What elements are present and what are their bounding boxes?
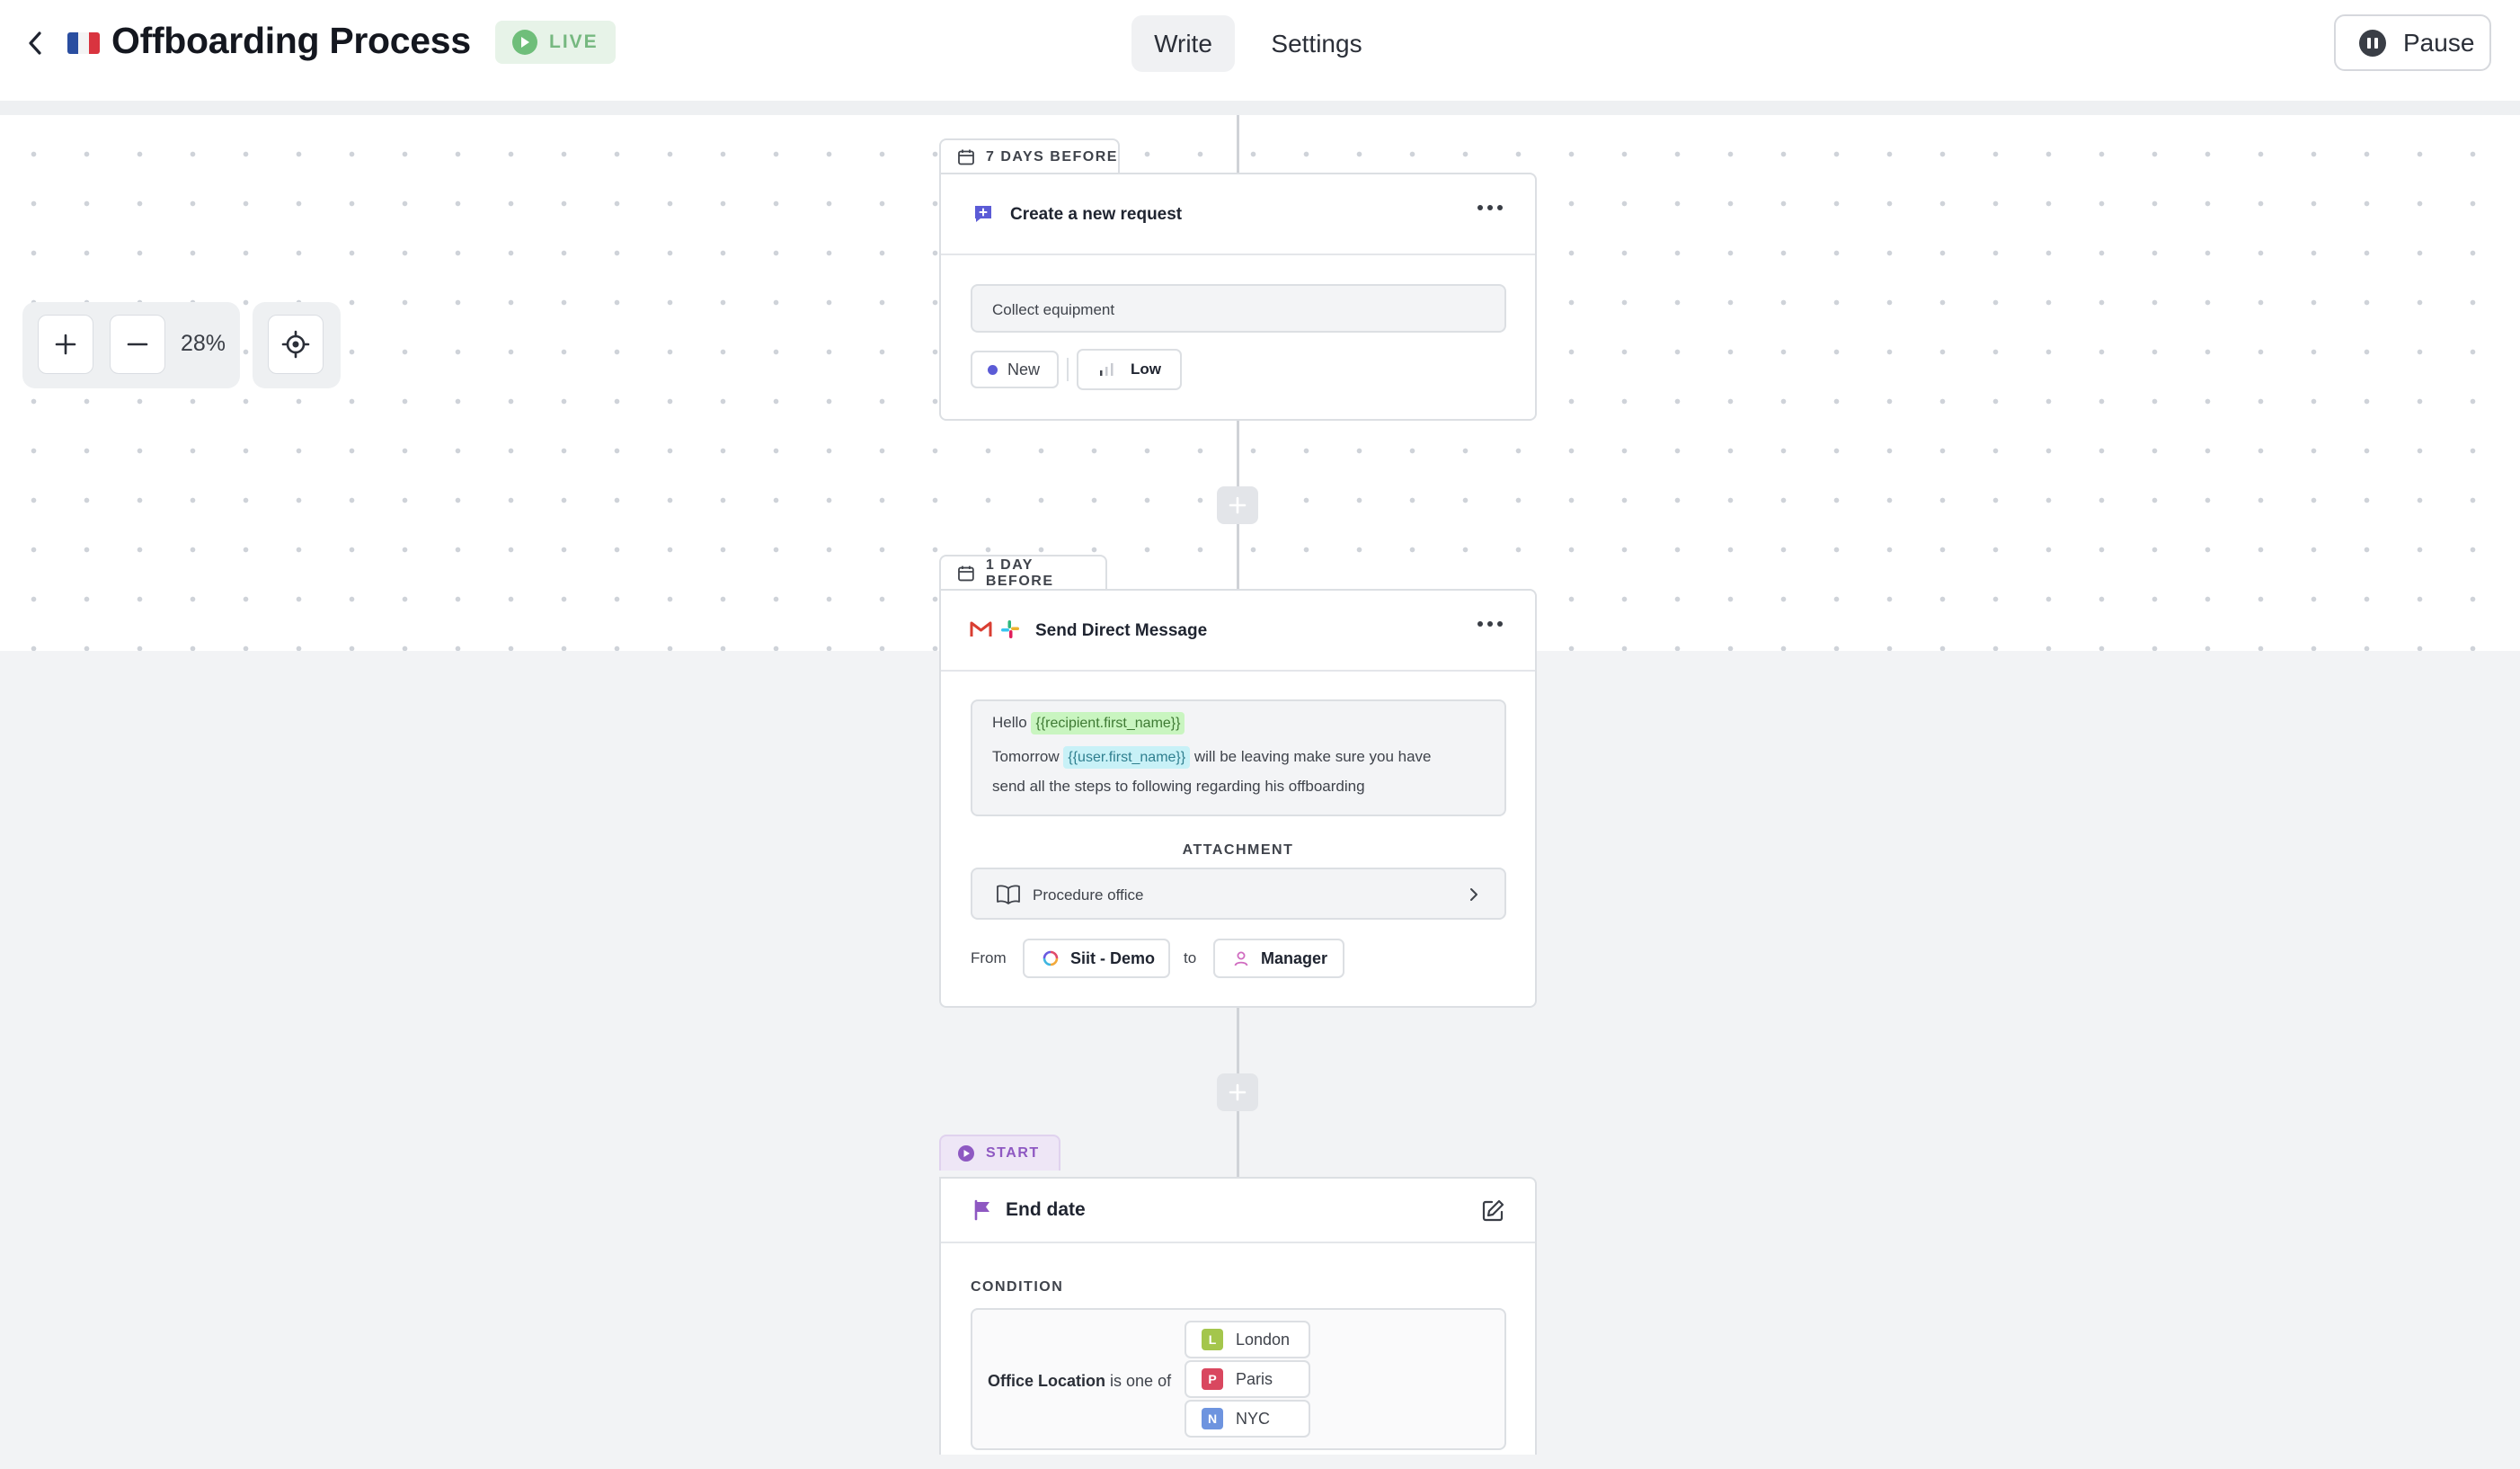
location-name: Paris [1236, 1369, 1273, 1388]
location-name: London [1236, 1330, 1291, 1349]
add-step-button[interactable] [1217, 1073, 1258, 1111]
request-title-value: Collect equipment [992, 301, 1115, 318]
from-label: From [971, 949, 1007, 966]
edit-icon[interactable] [1480, 1198, 1505, 1224]
zoom-in-button[interactable] [38, 315, 93, 374]
siit-logo-icon [1043, 950, 1059, 966]
status-dot-icon [988, 364, 998, 375]
recipient-chip[interactable]: Manager [1213, 939, 1344, 978]
step-timing-label: 7 DAYS BEFORE [986, 149, 1118, 165]
attachment-row[interactable]: Procedure office [971, 868, 1506, 920]
calendar-icon [958, 149, 974, 165]
user-icon [1234, 951, 1248, 966]
priority-label: Low [1131, 361, 1161, 378]
plus-icon [55, 334, 76, 355]
step-title: Create a new request [1010, 205, 1183, 224]
live-status-label: LIVE [549, 31, 599, 52]
tab-write[interactable]: Write [1131, 15, 1235, 72]
zoom-out-button[interactable] [110, 315, 165, 374]
chevron-right-icon [1470, 888, 1477, 901]
connector-line [1237, 115, 1239, 173]
location-chip-nyc[interactable]: N NYC [1185, 1400, 1310, 1438]
location-chip-paris[interactable]: P Paris [1185, 1360, 1310, 1398]
step-title: Send Direct Message [1035, 621, 1208, 640]
message-body-field[interactable]: Hello {{recipient.first_name}} Tomorrow … [971, 699, 1506, 816]
step-title: End date [1006, 1199, 1086, 1220]
flag-icon [974, 1199, 989, 1221]
location-name: NYC [1236, 1409, 1271, 1428]
pause-button[interactable]: Pause [2334, 14, 2491, 71]
pause-icon [2359, 29, 2386, 57]
user-variable-tag: {{user.first_name}} [1063, 746, 1191, 769]
step-card-header: Send Direct Message [941, 591, 1535, 672]
zoom-level: 28% [181, 331, 226, 356]
location-badge: N [1202, 1408, 1223, 1429]
minus-icon [127, 343, 148, 346]
priority-bars-icon [1100, 363, 1114, 376]
step-card-send-message[interactable]: Send Direct Message Hello {{recipient.fi… [939, 589, 1537, 1008]
priority-chip[interactable]: Low [1077, 349, 1182, 390]
more-options-icon[interactable] [1477, 621, 1503, 627]
message-greeting: Hello [992, 714, 1027, 731]
request-icon [975, 206, 991, 222]
recenter-button[interactable] [268, 315, 324, 374]
start-tag-label: START [986, 1145, 1040, 1161]
header-divider [0, 101, 2520, 115]
calendar-icon [958, 565, 974, 582]
recipient-variable-tag: {{recipient.first_name}} [1031, 712, 1185, 734]
status-label: New [1007, 360, 1041, 378]
condition-expression: Office Location is one of [988, 1372, 1171, 1391]
slack-icon [1001, 620, 1019, 638]
start-tag: START [939, 1135, 1060, 1171]
attachment-heading: ATTACHMENT [1182, 842, 1294, 858]
condition-box[interactable]: Office Location is one of L London P Par… [971, 1308, 1506, 1450]
start-play-icon [958, 1145, 974, 1162]
message-line-1: Hello {{recipient.first_name}} [992, 712, 1185, 734]
crosshair-icon [281, 330, 310, 359]
recenter-controls [253, 302, 341, 388]
chip-divider [1067, 358, 1069, 381]
canvas-bottom-edge [0, 1455, 2520, 1469]
france-flag-icon [67, 32, 100, 54]
step-card-trigger[interactable]: End date CONDITION Office Location is on… [939, 1177, 1537, 1469]
gmail-icon [970, 621, 992, 637]
pause-button-label: Pause [2403, 28, 2475, 57]
step-timing-tag: 1 DAY BEFORE [939, 555, 1107, 591]
location-badge: L [1202, 1329, 1223, 1350]
recipient-label: Manager [1261, 948, 1328, 967]
zoom-controls: 28% [22, 302, 240, 388]
step-card-header: End date [941, 1179, 1535, 1243]
condition-operator: is one of [1110, 1372, 1172, 1390]
condition-field: Office Location [988, 1372, 1106, 1390]
message-line-2: Tomorrow {{user.first_name}} will be lea… [992, 746, 1432, 769]
more-options-icon[interactable] [1477, 205, 1503, 210]
status-chip[interactable]: New [971, 351, 1059, 388]
play-icon [512, 30, 537, 55]
to-label: to [1184, 949, 1197, 966]
message-line-3: send all the steps to following regardin… [992, 778, 1365, 795]
add-step-button[interactable] [1217, 486, 1258, 524]
tab-settings[interactable]: Settings [1254, 15, 1380, 72]
step-timing-label: 1 DAY BEFORE [985, 557, 1054, 589]
location-chip-london[interactable]: L London [1185, 1321, 1310, 1358]
sender-label: Siit - Demo [1070, 948, 1156, 967]
message-text: Tomorrow [992, 748, 1060, 765]
step-timing-tag: 7 DAYS BEFORE [939, 138, 1120, 174]
plus-icon [1229, 496, 1247, 514]
step-card-header: Create a new request [941, 174, 1535, 255]
attachment-name: Procedure office [1033, 886, 1144, 904]
plus-icon [1229, 1083, 1247, 1101]
page-title: Offboarding Process [111, 20, 471, 61]
step-card-create-request[interactable]: Create a new request Collect equipment N… [939, 173, 1537, 421]
request-title-field[interactable]: Collect equipment [971, 284, 1506, 333]
book-icon [997, 885, 1020, 904]
location-badge: P [1202, 1368, 1223, 1390]
live-status-badge: LIVE [495, 21, 616, 64]
message-text: will be leaving make sure you have [1193, 748, 1432, 765]
back-arrow-icon[interactable] [20, 25, 50, 61]
top-bar: Offboarding Process LIVE Write Settings … [0, 0, 2520, 101]
condition-heading: CONDITION [971, 1279, 1064, 1295]
sender-chip[interactable]: Siit - Demo [1023, 939, 1170, 978]
